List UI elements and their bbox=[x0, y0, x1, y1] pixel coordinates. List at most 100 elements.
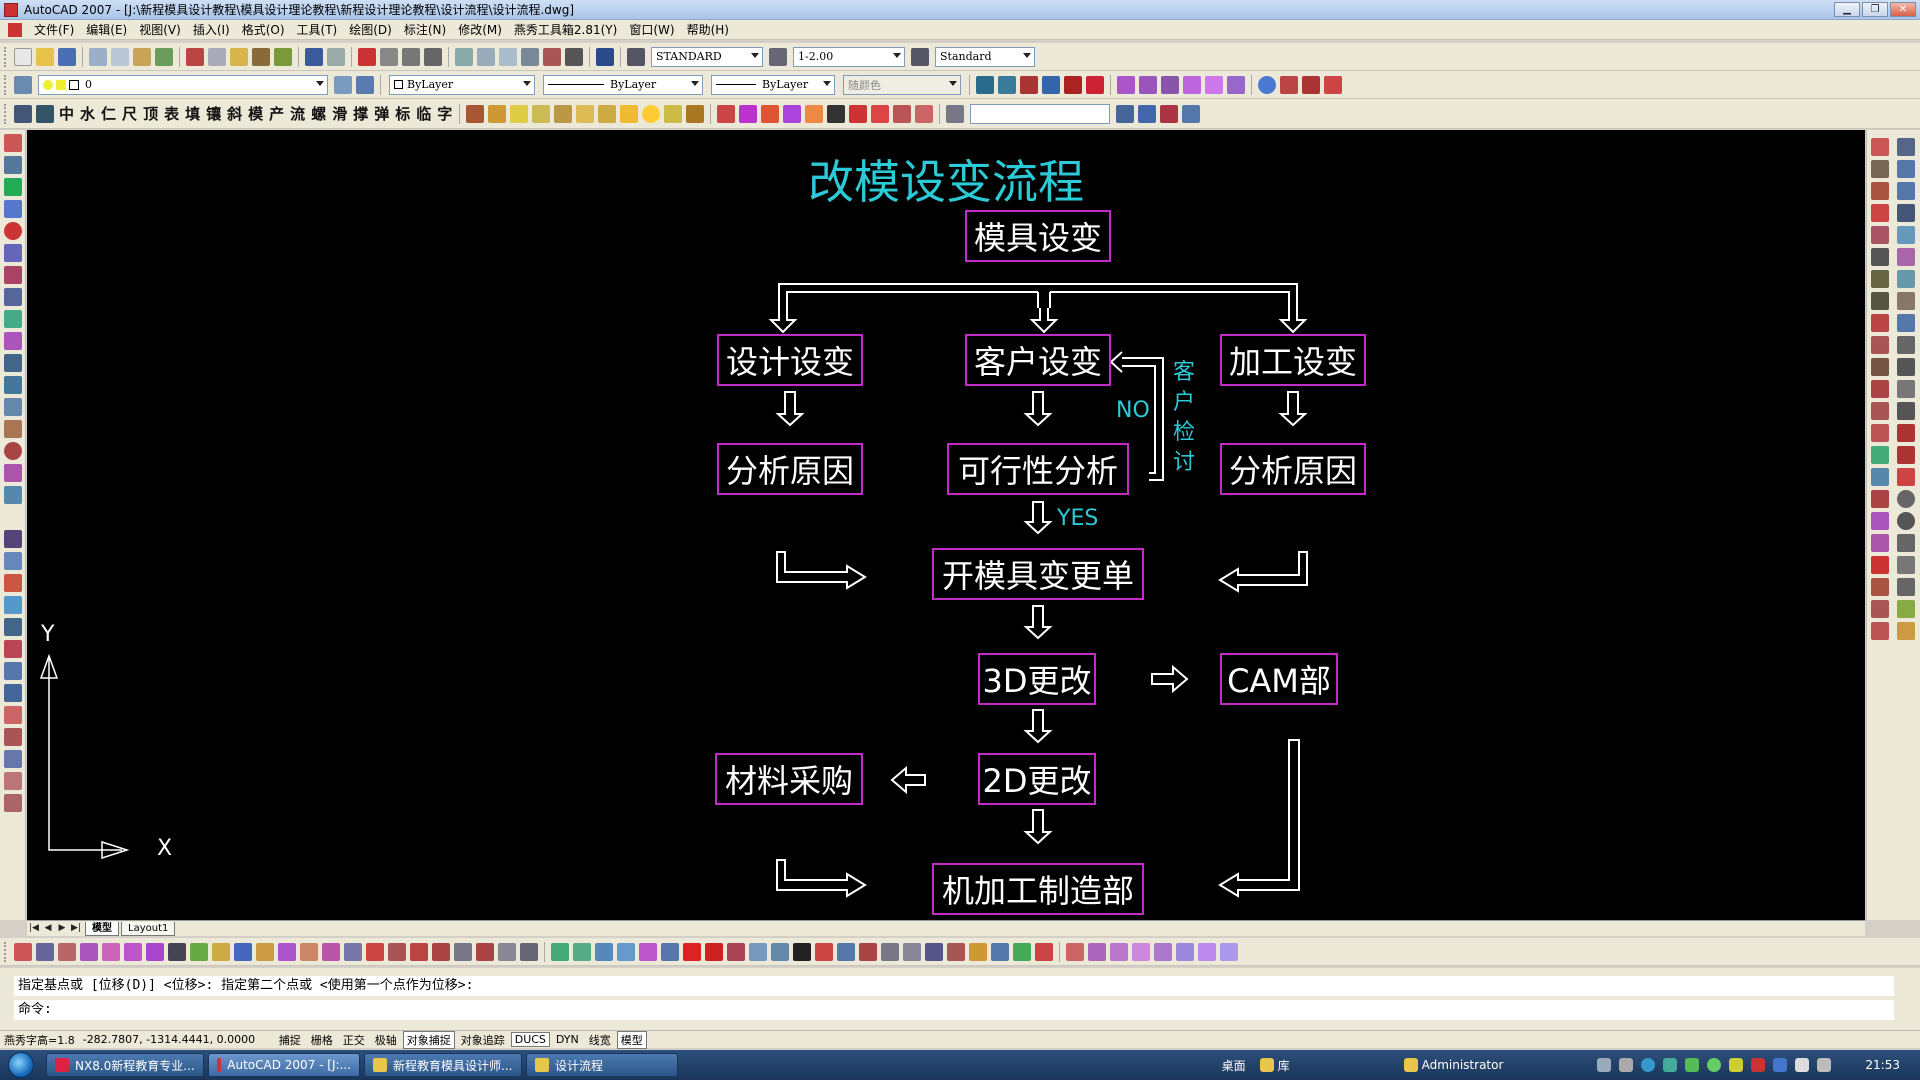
open-file-icon[interactable] bbox=[36, 47, 54, 66]
bottom-tool-13-icon[interactable] bbox=[278, 942, 296, 961]
tab-layout1[interactable]: Layout1 bbox=[121, 921, 176, 936]
left-tool-11-icon[interactable] bbox=[4, 354, 22, 372]
right-tool-6-icon[interactable] bbox=[1897, 182, 1915, 200]
bottom-tool-53-icon[interactable] bbox=[1176, 942, 1194, 961]
user-toolbar-label[interactable]: Administrator bbox=[1422, 1058, 1504, 1072]
left-tool-29-icon[interactable] bbox=[4, 772, 22, 790]
left-tool-8-icon[interactable] bbox=[4, 288, 22, 306]
right-tool-46-icon[interactable] bbox=[1897, 622, 1915, 640]
right-tool-7-icon[interactable] bbox=[1871, 204, 1889, 222]
zoom-realtime-icon[interactable] bbox=[380, 47, 398, 66]
yanxiu-icon-b5[interactable] bbox=[805, 104, 824, 123]
left-tool-15-icon[interactable] bbox=[4, 442, 22, 460]
menu-edit[interactable]: 编辑(E) bbox=[80, 21, 133, 39]
tray-expand-icon[interactable] bbox=[1597, 1058, 1612, 1072]
yanxiu-tool-9-icon[interactable] bbox=[1324, 75, 1342, 94]
redo-icon[interactable] bbox=[327, 47, 345, 66]
first-tab-button[interactable]: |◀ bbox=[27, 922, 41, 935]
yanxiu-icon-c4[interactable] bbox=[1160, 104, 1179, 123]
right-tool-34-icon[interactable] bbox=[1897, 490, 1915, 508]
menu-draw[interactable]: 绘图(D) bbox=[343, 21, 398, 39]
bottom-tool-8-icon[interactable] bbox=[168, 942, 186, 961]
left-tool-17-icon[interactable] bbox=[4, 486, 22, 504]
tool-insert[interactable]: 仁 bbox=[101, 103, 116, 124]
tool-runner[interactable]: 流 bbox=[290, 103, 305, 124]
bottom-tool-51-icon[interactable] bbox=[1132, 942, 1150, 961]
bottom-tool-44-icon[interactable] bbox=[969, 942, 987, 961]
left-tool-21-icon[interactable] bbox=[4, 596, 22, 614]
tool-text[interactable]: 字 bbox=[437, 103, 452, 124]
right-tool-39-icon[interactable] bbox=[1871, 556, 1889, 574]
yanxiu-tool-4-icon[interactable] bbox=[1183, 75, 1201, 94]
yanxiu-tool-2-icon[interactable] bbox=[1139, 75, 1157, 94]
toolbar-grip[interactable] bbox=[4, 941, 8, 962]
bottom-tool-55-icon[interactable] bbox=[1220, 942, 1238, 961]
bottom-tool-6-icon[interactable] bbox=[124, 942, 142, 961]
left-tool-10-icon[interactable] bbox=[4, 332, 22, 350]
color-select[interactable]: ByLayer bbox=[389, 74, 535, 95]
text-style-select[interactable]: STANDARD bbox=[651, 46, 763, 67]
toggle-snap[interactable]: 捕捉 bbox=[275, 1031, 305, 1049]
yanxiu-icon-b1[interactable] bbox=[717, 104, 736, 123]
bottom-tool-11-icon[interactable] bbox=[234, 942, 252, 961]
desktop-toolbar-label[interactable]: 桌面 bbox=[1222, 1057, 1246, 1074]
bottom-tool-32-icon[interactable] bbox=[705, 942, 723, 961]
coordinate-readout[interactable]: -282.7807, -1314.4441, 0.0000 bbox=[79, 1033, 275, 1046]
right-tool-2-icon[interactable] bbox=[1897, 138, 1915, 156]
yanxiu-icon-b3[interactable] bbox=[761, 104, 780, 123]
bottom-tool-4-icon[interactable] bbox=[80, 942, 98, 961]
left-tool-5-icon[interactable] bbox=[4, 222, 22, 240]
layer-previous-icon[interactable] bbox=[356, 75, 374, 94]
menu-insert[interactable]: 插入(I) bbox=[187, 21, 236, 39]
bottom-tool-31-icon[interactable] bbox=[683, 942, 701, 961]
yanxiu-icon-c3[interactable] bbox=[1138, 104, 1157, 123]
bottom-tool-15-icon[interactable] bbox=[322, 942, 340, 961]
right-tool-27-icon[interactable] bbox=[1871, 424, 1889, 442]
library-toolbar-label[interactable]: 库 bbox=[1278, 1057, 1290, 1074]
bottom-tool-16-icon[interactable] bbox=[344, 942, 362, 961]
left-tool-28-icon[interactable] bbox=[4, 750, 22, 768]
qq-icon[interactable] bbox=[1729, 1058, 1744, 1072]
right-tool-19-icon[interactable] bbox=[1871, 336, 1889, 354]
right-tool-3-icon[interactable] bbox=[1871, 160, 1889, 178]
task-nx8[interactable]: NX8.0新程教育专业... bbox=[46, 1053, 204, 1077]
right-tool-28-icon[interactable] bbox=[1897, 424, 1915, 442]
right-tool-35-icon[interactable] bbox=[1871, 512, 1889, 530]
bottom-tool-29-icon[interactable] bbox=[639, 942, 657, 961]
right-tool-26-icon[interactable] bbox=[1897, 402, 1915, 420]
right-tool-10-icon[interactable] bbox=[1897, 226, 1915, 244]
network-icon[interactable] bbox=[1773, 1058, 1788, 1072]
ucs-icon[interactable] bbox=[1020, 75, 1038, 94]
menu-format[interactable]: 格式(O) bbox=[236, 21, 291, 39]
tool-spring[interactable]: 弹 bbox=[374, 103, 389, 124]
display-icon[interactable] bbox=[1817, 1058, 1832, 1072]
toolbar-grip[interactable] bbox=[4, 46, 8, 67]
left-tool-2-icon[interactable] bbox=[4, 156, 22, 174]
right-tool-37-icon[interactable] bbox=[1871, 534, 1889, 552]
yanxiu-icon-a11[interactable] bbox=[686, 104, 705, 123]
yanxiu-command-input[interactable] bbox=[970, 103, 1111, 124]
left-tool-9-icon[interactable] bbox=[4, 310, 22, 328]
yanxiu-icon-a8[interactable] bbox=[620, 104, 639, 123]
left-tool-22-icon[interactable] bbox=[4, 618, 22, 636]
bottom-tool-47-icon[interactable] bbox=[1035, 942, 1053, 961]
yanxiu-icon-a7[interactable] bbox=[598, 104, 617, 123]
bottom-tool-39-icon[interactable] bbox=[859, 942, 877, 961]
yanxiu-icon-a3[interactable] bbox=[510, 104, 529, 123]
tool-screw[interactable]: 螺 bbox=[311, 103, 326, 124]
bottom-tool-45-icon[interactable] bbox=[991, 942, 1009, 961]
bottom-tool-27-icon[interactable] bbox=[595, 942, 613, 961]
security-icon[interactable] bbox=[1663, 1058, 1678, 1072]
yanxiu-icon-a9[interactable] bbox=[642, 104, 661, 123]
yanxiu-tool-7-icon[interactable] bbox=[1280, 75, 1298, 94]
bottom-tool-10-icon[interactable] bbox=[212, 942, 230, 961]
tab-model[interactable]: 模型 bbox=[85, 921, 119, 936]
bottom-tool-24-icon[interactable] bbox=[520, 942, 538, 961]
undo-icon[interactable] bbox=[305, 47, 323, 66]
yanxiu-icon-b4[interactable] bbox=[783, 104, 802, 123]
right-tool-41-icon[interactable] bbox=[1871, 578, 1889, 596]
layer-manager-icon[interactable] bbox=[14, 75, 32, 94]
globe-icon[interactable] bbox=[1258, 75, 1276, 94]
bottom-tool-25-icon[interactable] bbox=[551, 942, 569, 961]
menu-file[interactable]: 文件(F) bbox=[28, 21, 80, 39]
